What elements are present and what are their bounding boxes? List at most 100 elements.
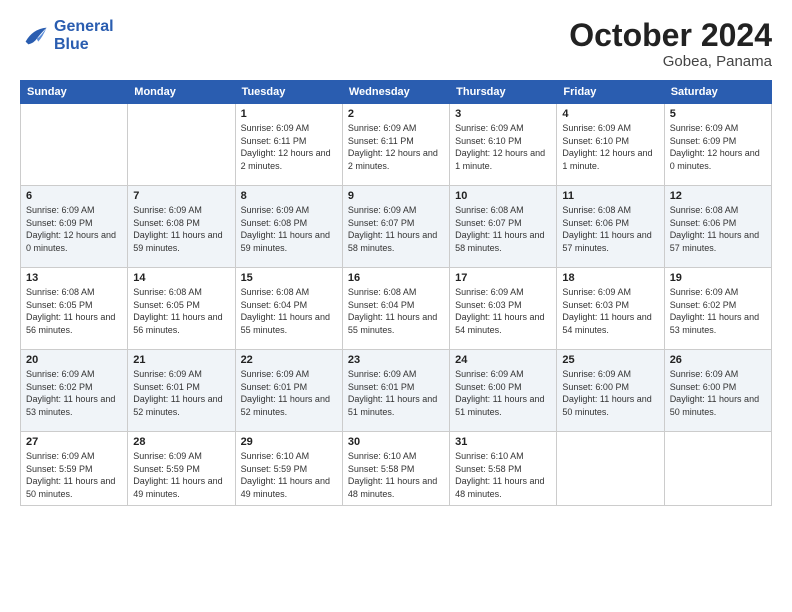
calendar-week-3: 13 Sunrise: 6:08 AM Sunset: 6:05 PM Dayli…: [21, 268, 772, 350]
day-info: Sunrise: 6:09 AM Sunset: 6:09 PM Dayligh…: [26, 204, 122, 254]
calendar-cell: [128, 104, 235, 186]
day-info: Sunrise: 6:09 AM Sunset: 6:01 PM Dayligh…: [241, 368, 337, 418]
calendar-week-5: 27Sunrise: 6:09 AM Sunset: 5:59 PM Dayli…: [21, 432, 772, 505]
day-number: 8: [241, 190, 337, 202]
calendar-cell: 19 Sunrise: 6:09 AM Sunset: 6:02 PM Dayli…: [664, 268, 771, 350]
day-info: Sunrise: 6:08 AM Sunset: 6:07 PM Dayligh…: [455, 204, 551, 254]
calendar-cell: 15Sunrise: 6:08 AM Sunset: 6:04 PM Dayli…: [235, 268, 342, 350]
calendar-header-wednesday: Wednesday: [342, 81, 449, 104]
header: GeneralBlue October 2024 Gobea, Panama: [20, 18, 772, 70]
calendar-header-saturday: Saturday: [664, 81, 771, 104]
logo-line1: General: [54, 18, 114, 36]
day-number: 16: [348, 272, 444, 284]
calendar-cell: 22 Sunrise: 6:09 AM Sunset: 6:01 PM Dayli…: [235, 350, 342, 432]
day-number: 2: [348, 108, 444, 120]
calendar-cell: 7 Sunrise: 6:09 AM Sunset: 6:08 PM Daylig…: [128, 186, 235, 268]
day-info: Sunrise: 6:09 AM Sunset: 6:10 PM Dayligh…: [455, 122, 551, 172]
day-number: 13: [26, 272, 122, 284]
calendar-table: SundayMondayTuesdayWednesdayThursdayFrid…: [20, 80, 772, 505]
day-number: 30: [348, 436, 444, 448]
calendar-cell: 13 Sunrise: 6:08 AM Sunset: 6:05 PM Dayli…: [21, 268, 128, 350]
calendar-cell: 28Sunrise: 6:09 AM Sunset: 5:59 PM Dayli…: [128, 432, 235, 505]
day-number: 11: [562, 190, 658, 202]
page: GeneralBlue October 2024 Gobea, Panama S…: [0, 0, 792, 612]
day-info: Sunrise: 6:09 AM Sunset: 6:10 PM Dayligh…: [562, 122, 658, 172]
day-info: Sunrise: 6:09 AM Sunset: 6:03 PM Dayligh…: [455, 286, 551, 336]
day-info: Sunrise: 6:09 AM Sunset: 6:02 PM Dayligh…: [26, 368, 122, 418]
calendar-cell: 14 Sunrise: 6:08 AM Sunset: 6:05 PM Dayli…: [128, 268, 235, 350]
calendar-cell: 24 Sunrise: 6:09 AM Sunset: 6:00 PM Dayli…: [450, 350, 557, 432]
day-info: Sunrise: 6:10 AM Sunset: 5:58 PM Dayligh…: [455, 450, 551, 500]
calendar-cell: 29Sunrise: 6:10 AM Sunset: 5:59 PM Dayli…: [235, 432, 342, 505]
calendar-header-friday: Friday: [557, 81, 664, 104]
day-number: 26: [670, 354, 766, 366]
day-info: Sunrise: 6:09 AM Sunset: 6:08 PM Dayligh…: [241, 204, 337, 254]
calendar-header-monday: Monday: [128, 81, 235, 104]
calendar-cell: 26 Sunrise: 6:09 AM Sunset: 6:00 PM Dayli…: [664, 350, 771, 432]
calendar-cell: [21, 104, 128, 186]
month-title: October 2024: [569, 18, 772, 53]
day-number: 1: [241, 108, 337, 120]
calendar-cell: 9Sunrise: 6:09 AM Sunset: 6:07 PM Daylig…: [342, 186, 449, 268]
logo-line2: Blue: [54, 36, 114, 54]
title-block: October 2024 Gobea, Panama: [569, 18, 772, 70]
day-info: Sunrise: 6:08 AM Sunset: 6:05 PM Dayligh…: [26, 286, 122, 336]
day-info: Sunrise: 6:09 AM Sunset: 6:00 PM Dayligh…: [455, 368, 551, 418]
calendar-cell: 1Sunrise: 6:09 AM Sunset: 6:11 PM Daylig…: [235, 104, 342, 186]
day-number: 7: [133, 190, 229, 202]
calendar-cell: 2 Sunrise: 6:09 AM Sunset: 6:11 PM Daylig…: [342, 104, 449, 186]
day-number: 22: [241, 354, 337, 366]
calendar-cell: [664, 432, 771, 505]
day-number: 20: [26, 354, 122, 366]
calendar-cell: 25Sunrise: 6:09 AM Sunset: 6:00 PM Dayli…: [557, 350, 664, 432]
calendar-cell: 8 Sunrise: 6:09 AM Sunset: 6:08 PM Daylig…: [235, 186, 342, 268]
location: Gobea, Panama: [569, 53, 772, 70]
calendar-cell: 18Sunrise: 6:09 AM Sunset: 6:03 PM Dayli…: [557, 268, 664, 350]
day-info: Sunrise: 6:08 AM Sunset: 6:06 PM Dayligh…: [670, 204, 766, 254]
day-info: Sunrise: 6:09 AM Sunset: 6:00 PM Dayligh…: [562, 368, 658, 418]
calendar-header-row: SundayMondayTuesdayWednesdayThursdayFrid…: [21, 81, 772, 104]
day-info: Sunrise: 6:09 AM Sunset: 6:01 PM Dayligh…: [348, 368, 444, 418]
day-info: Sunrise: 6:09 AM Sunset: 5:59 PM Dayligh…: [26, 450, 122, 500]
day-info: Sunrise: 6:10 AM Sunset: 5:58 PM Dayligh…: [348, 450, 444, 500]
day-number: 14: [133, 272, 229, 284]
day-info: Sunrise: 6:09 AM Sunset: 6:08 PM Dayligh…: [133, 204, 229, 254]
calendar-cell: 11 Sunrise: 6:08 AM Sunset: 6:06 PM Dayli…: [557, 186, 664, 268]
day-number: 24: [455, 354, 551, 366]
day-number: 10: [455, 190, 551, 202]
day-number: 4: [562, 108, 658, 120]
day-info: Sunrise: 6:09 AM Sunset: 6:07 PM Dayligh…: [348, 204, 444, 254]
day-number: 19: [670, 272, 766, 284]
day-number: 29: [241, 436, 337, 448]
day-number: 28: [133, 436, 229, 448]
day-number: 17: [455, 272, 551, 284]
calendar-cell: 10 Sunrise: 6:08 AM Sunset: 6:07 PM Dayli…: [450, 186, 557, 268]
calendar-cell: 23Sunrise: 6:09 AM Sunset: 6:01 PM Dayli…: [342, 350, 449, 432]
day-number: 12: [670, 190, 766, 202]
day-info: Sunrise: 6:09 AM Sunset: 6:02 PM Dayligh…: [670, 286, 766, 336]
day-info: Sunrise: 6:08 AM Sunset: 6:06 PM Dayligh…: [562, 204, 658, 254]
calendar-cell: 4 Sunrise: 6:09 AM Sunset: 6:10 PM Daylig…: [557, 104, 664, 186]
calendar-week-4: 20 Sunrise: 6:09 AM Sunset: 6:02 PM Dayli…: [21, 350, 772, 432]
calendar-cell: 5Sunrise: 6:09 AM Sunset: 6:09 PM Daylig…: [664, 104, 771, 186]
logo-icon: [20, 22, 48, 50]
day-info: Sunrise: 6:09 AM Sunset: 6:01 PM Dayligh…: [133, 368, 229, 418]
calendar-cell: 27Sunrise: 6:09 AM Sunset: 5:59 PM Dayli…: [21, 432, 128, 505]
calendar-cell: 20 Sunrise: 6:09 AM Sunset: 6:02 PM Dayli…: [21, 350, 128, 432]
calendar-cell: 31 Sunrise: 6:10 AM Sunset: 5:58 PM Dayli…: [450, 432, 557, 505]
day-info: Sunrise: 6:09 AM Sunset: 6:11 PM Dayligh…: [348, 122, 444, 172]
calendar-cell: 17 Sunrise: 6:09 AM Sunset: 6:03 PM Dayli…: [450, 268, 557, 350]
day-info: Sunrise: 6:09 AM Sunset: 6:03 PM Dayligh…: [562, 286, 658, 336]
calendar-header-tuesday: Tuesday: [235, 81, 342, 104]
calendar-header-sunday: Sunday: [21, 81, 128, 104]
calendar-cell: 16 Sunrise: 6:08 AM Sunset: 6:04 PM Dayli…: [342, 268, 449, 350]
day-info: Sunrise: 6:08 AM Sunset: 6:04 PM Dayligh…: [348, 286, 444, 336]
day-number: 3: [455, 108, 551, 120]
day-info: Sunrise: 6:09 AM Sunset: 6:00 PM Dayligh…: [670, 368, 766, 418]
logo-text: GeneralBlue: [54, 18, 114, 53]
calendar-cell: 3 Sunrise: 6:09 AM Sunset: 6:10 PM Daylig…: [450, 104, 557, 186]
day-info: Sunrise: 6:08 AM Sunset: 6:05 PM Dayligh…: [133, 286, 229, 336]
day-number: 31: [455, 436, 551, 448]
calendar-cell: [557, 432, 664, 505]
calendar-cell: 12 Sunrise: 6:08 AM Sunset: 6:06 PM Dayli…: [664, 186, 771, 268]
